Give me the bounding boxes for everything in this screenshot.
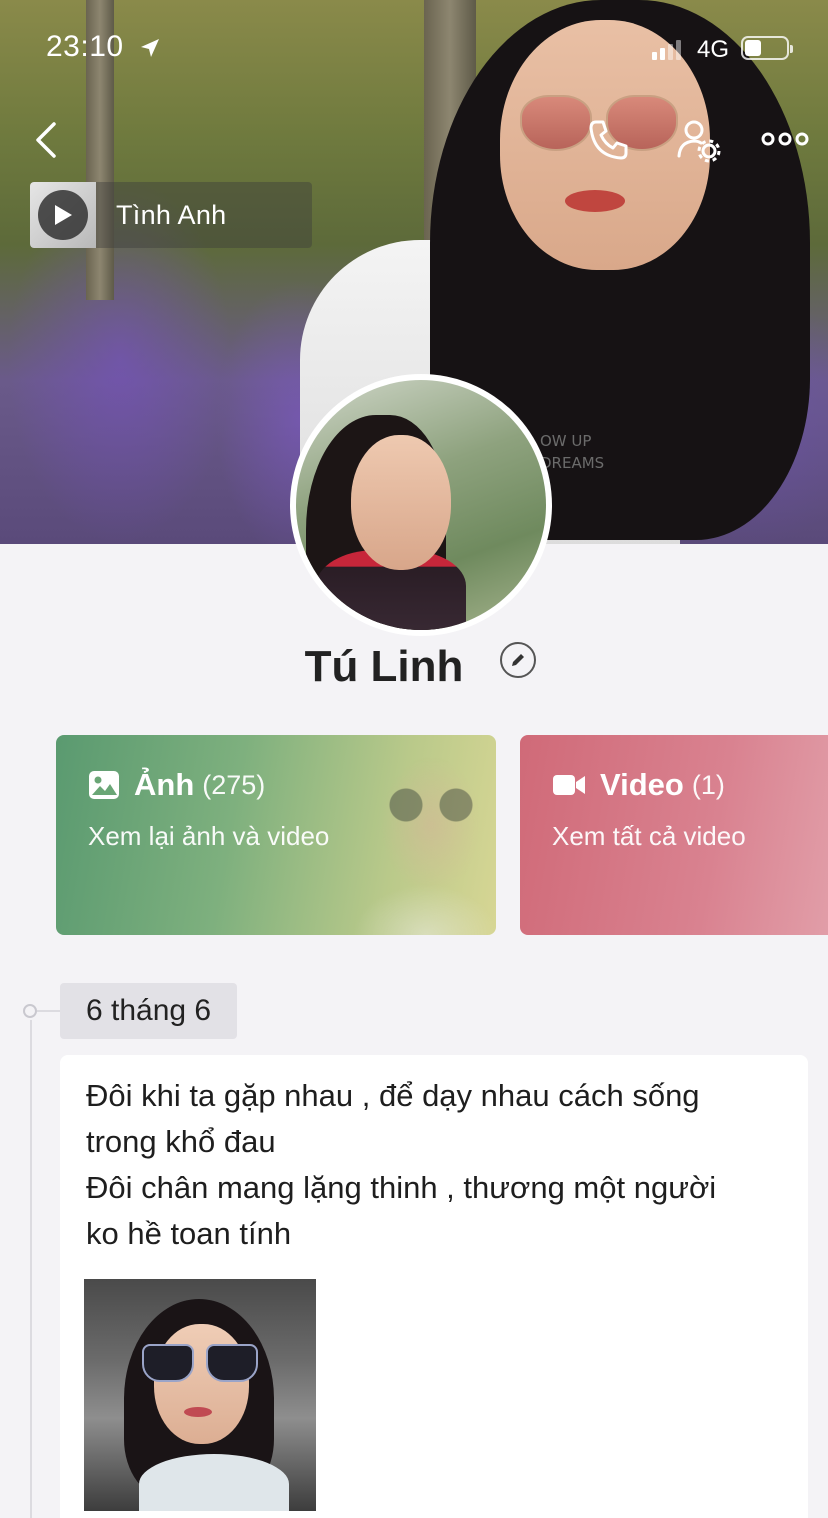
photos-subtitle: Xem lại ảnh và video [88,821,330,851]
more-dots-icon [761,132,809,146]
signal-icon [652,38,681,60]
call-button[interactable] [584,116,632,164]
music-title: Tình Anh [116,199,227,230]
photos-card[interactable]: Ảnh (275) Xem lại ảnh và video [56,735,496,935]
back-button[interactable] [30,120,66,160]
photos-title: Ảnh [134,767,195,802]
profile-music-chip[interactable]: Tình Anh [30,182,312,248]
more-button[interactable] [760,124,810,154]
photos-count: (275) [202,769,266,800]
edit-name-button[interactable] [500,642,536,678]
profile-settings-button[interactable] [674,116,722,164]
play-icon [55,205,72,225]
profile-name: Tú Linh [304,642,464,691]
battery-icon [741,36,793,60]
pencil-icon [512,654,524,666]
timeline-dot [23,1004,37,1018]
post-photo[interactable] [84,1279,316,1511]
user-settings-icon [677,120,721,163]
avatar[interactable] [290,374,552,636]
timeline-date: 6 tháng 6 [60,983,238,1039]
videos-title: Video [600,767,684,802]
videos-card[interactable]: Video (1) Xem tất cả video [520,735,828,935]
timeline-post[interactable]: Đôi khi ta gặp nhau , để dạy nhau cách s… [60,1055,808,1518]
phone-icon [589,120,628,160]
play-button[interactable] [38,190,88,240]
location-arrow-icon [141,39,159,57]
post-text: Đôi khi ta gặp nhau , để dạy nhau cách s… [86,1078,717,1251]
videos-count: (1) [691,769,725,800]
status-time: 23:10 [46,30,124,63]
video-camera-icon [553,775,585,795]
chevron-left-icon [36,122,56,158]
image-icon [89,771,119,799]
network-type: 4G [697,36,730,63]
videos-subtitle: Xem tất cả video [552,821,746,851]
timeline-line [30,1020,32,1518]
music-thumbnail [30,182,96,248]
